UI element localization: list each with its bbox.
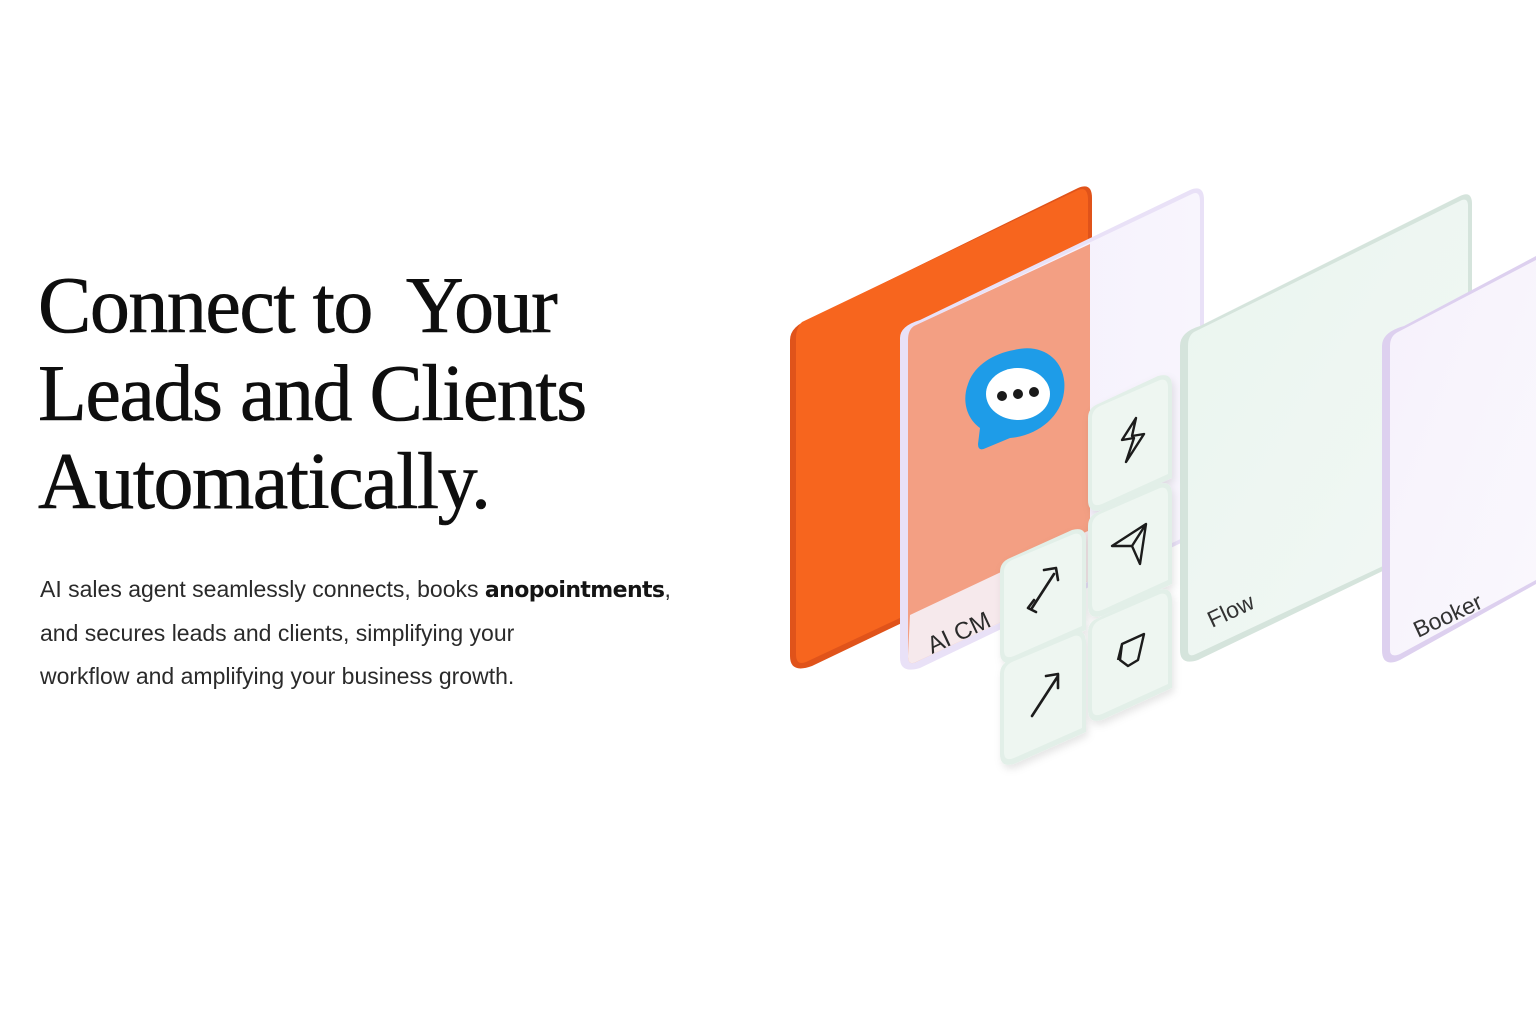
hero-illustration: AI CM Flow Booker: [760, 160, 1536, 780]
hero-headline: Connect to Your Leads and Clients Automa…: [38, 262, 758, 527]
description-line-1-end: ,: [664, 576, 671, 602]
isometric-cards-graphic: AI CM Flow Booker: [790, 186, 1536, 765]
hero-text: Connect to Your Leads and Clients Automa…: [38, 262, 758, 689]
headline-line-3: Automatically.: [38, 438, 492, 527]
description-line-1: AI sales agent seamlessly connects, book…: [40, 568, 760, 612]
description-emphasis: anopointments: [484, 578, 665, 603]
description-line-3: workflow and amplifying your business gr…: [40, 663, 515, 689]
hero-description: AI sales agent seamlessly connects, book…: [40, 568, 760, 698]
description-line-1-text: AI sales agent seamlessly connects, book…: [40, 576, 485, 602]
description-line-2: and secures leads and clients, simplifyi…: [40, 620, 515, 646]
headline-line-1: Connect to Your: [38, 262, 558, 351]
headline-line-2: Leads and Clients: [38, 350, 588, 439]
